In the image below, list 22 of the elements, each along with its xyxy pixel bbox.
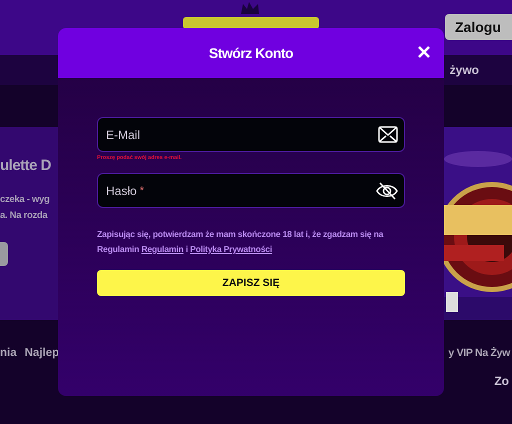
- password-field[interactable]: Hasło *: [97, 173, 405, 208]
- field-label: Hasło: [106, 184, 137, 198]
- close-icon[interactable]: [418, 46, 430, 58]
- required-mark: *: [140, 184, 144, 196]
- nav-link[interactable]: żywo: [450, 63, 479, 77]
- hero-text: czeka - wyg: [0, 193, 51, 207]
- login-button[interactable]: Zalogu: [445, 14, 512, 40]
- privacy-link[interactable]: Polityka Prywatności: [190, 244, 272, 254]
- nav-link[interactable]: Najlep: [24, 347, 60, 359]
- hide-password-icon[interactable]: [376, 180, 398, 200]
- email-field[interactable]: E-Mail: [97, 117, 405, 152]
- hero-button[interactable]: [0, 242, 8, 266]
- hero-title: ulette D: [0, 157, 52, 174]
- nav-link[interactable]: y VIP Na Żyw: [448, 347, 510, 359]
- hero-text: a. Na rozda: [0, 209, 49, 223]
- footer-link[interactable]: Zo: [494, 374, 509, 388]
- terms-link[interactable]: Regulamin: [141, 244, 184, 254]
- modal-title: Stwórz Konto: [208, 45, 294, 61]
- terms-text: Zapisując się, potwierdzam że mam skończone 18 lat i, że zgadzam się na Regulamin Regulamin i Polityka Prywatności: [97, 228, 384, 256]
- envelope-icon: [378, 126, 398, 143]
- nav-link[interactable]: nia: [0, 347, 17, 359]
- signup-button[interactable]: ZAPISZ SIĘ: [97, 270, 405, 296]
